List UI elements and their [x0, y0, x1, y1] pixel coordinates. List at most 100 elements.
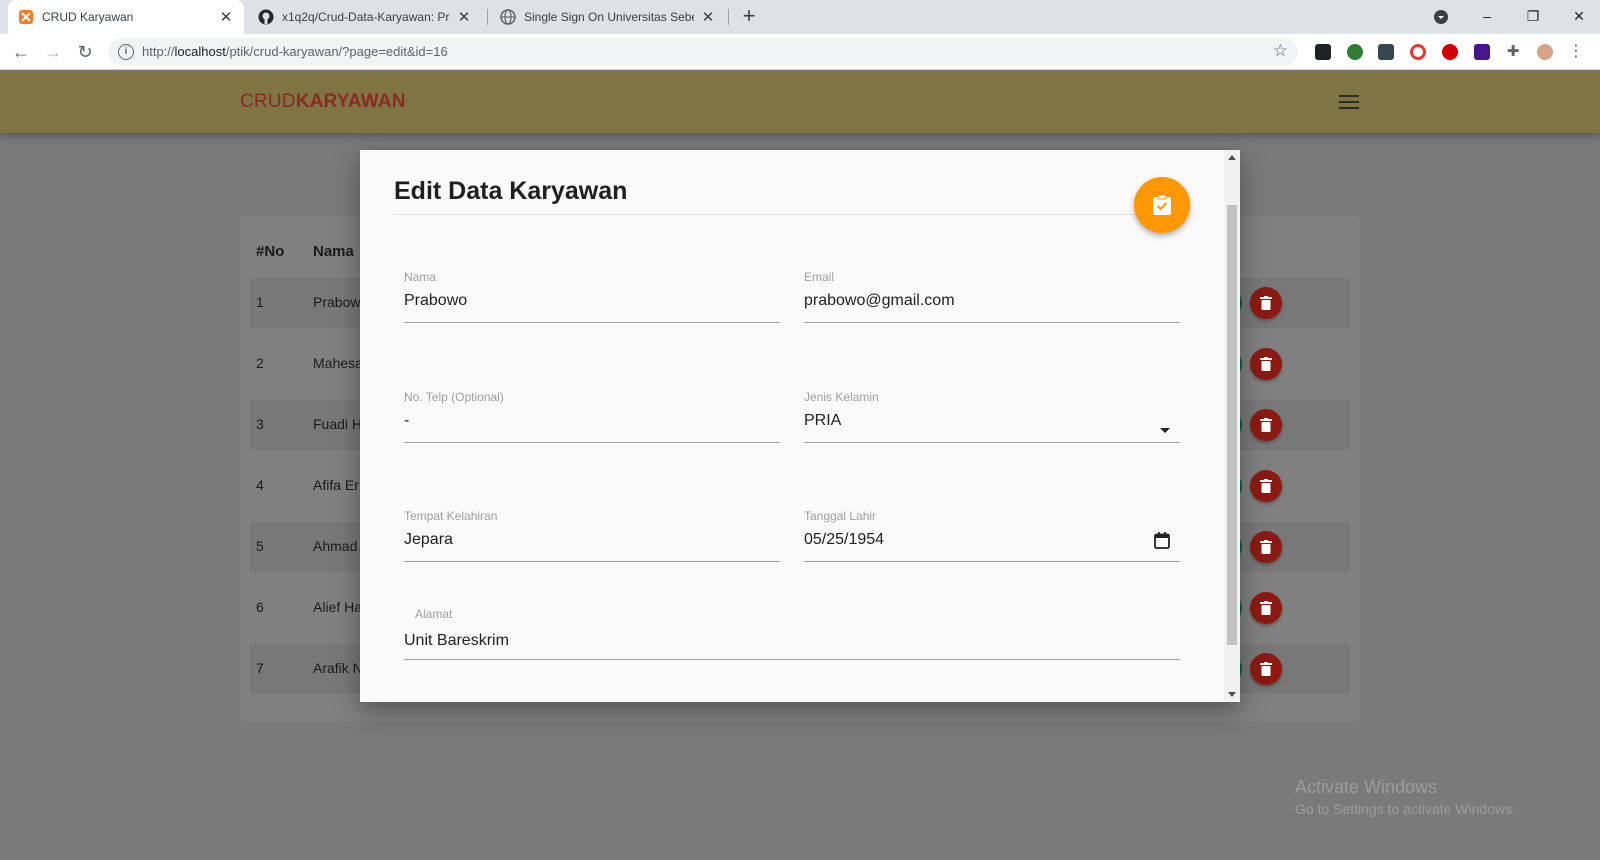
row-number: 1: [256, 294, 264, 310]
column-header-name: Nama: [313, 243, 354, 260]
field-underline: [404, 442, 780, 443]
field-underline: [804, 322, 1180, 323]
row-number: 3: [256, 416, 264, 432]
extension-icon[interactable]: [1410, 44, 1426, 60]
field-underline: [404, 561, 780, 562]
tab-sso[interactable]: Single Sign On Universitas Sebela ✕: [490, 0, 726, 34]
row-number: 6: [256, 599, 264, 615]
alamat-input[interactable]: Unit Bareskrim: [404, 632, 509, 650]
field-underline: [404, 322, 780, 323]
delete-button[interactable]: [1250, 592, 1282, 624]
puzzle-icon[interactable]: ✚: [1505, 44, 1521, 60]
tab-title: CRUD Karyawan: [42, 10, 134, 24]
activate-windows-watermark: Activate Windows Go to Settings to activ…: [1295, 777, 1516, 817]
gender-value[interactable]: PRIA: [804, 412, 841, 430]
xampp-icon: [18, 9, 34, 25]
field-label: Tempat Kelahiran: [404, 509, 498, 523]
avatar[interactable]: [1537, 44, 1553, 60]
new-tab-button[interactable]: +: [736, 4, 762, 30]
column-header-no: #No: [256, 243, 285, 260]
watermark-title: Activate Windows: [1295, 777, 1438, 797]
app-navbar: CRUDKARYAWAN: [0, 71, 1600, 133]
trash-icon: [1260, 540, 1272, 554]
url-text[interactable]: http://localhost/ptik/crud-karyawan/?pag…: [142, 44, 448, 59]
tab-separator: [487, 9, 488, 25]
extension-icon[interactable]: [1378, 44, 1394, 60]
modal-title: Edit Data Karyawan: [394, 177, 628, 205]
info-icon[interactable]: i: [118, 44, 134, 60]
scrollbar-thumb[interactable]: [1227, 205, 1237, 645]
extension-icon[interactable]: [1442, 44, 1458, 60]
row-number: 5: [256, 538, 264, 554]
extension-icon[interactable]: [1315, 44, 1331, 60]
github-icon: [258, 9, 274, 25]
watermark-subtitle: Go to Settings to activate Windows.: [1295, 801, 1516, 817]
row-name: Afifa Er: [313, 477, 359, 493]
extension-icon[interactable]: [1474, 44, 1490, 60]
edit-employee-modal: Edit Data Karyawan Nama Prabowo Email pr…: [360, 150, 1240, 702]
delete-button[interactable]: [1250, 409, 1282, 441]
clipboard-check-icon: [1153, 194, 1171, 215]
close-tab-icon[interactable]: ✕: [700, 8, 716, 26]
divider: [394, 214, 1164, 215]
email-input[interactable]: prabowo@gmail.com: [804, 292, 955, 310]
field-label: Nama: [404, 270, 437, 284]
delete-button[interactable]: [1250, 470, 1282, 502]
modal-scrollbar[interactable]: [1224, 150, 1240, 702]
minimize-button[interactable]: –: [1464, 0, 1510, 34]
row-name: Mahesa: [313, 355, 363, 371]
restore-button[interactable]: ❐: [1510, 0, 1556, 34]
row-name: Arafik N: [313, 660, 363, 676]
row-name: Alief Ha: [313, 599, 363, 615]
trash-icon: [1260, 662, 1272, 676]
nama-input[interactable]: Prabowo: [404, 292, 467, 310]
scroll-up-arrow-icon[interactable]: [1228, 155, 1236, 160]
field-underline: [404, 659, 1180, 660]
field-label: Alamat: [415, 607, 453, 621]
delete-button[interactable]: [1250, 287, 1282, 319]
trash-icon: [1260, 357, 1272, 371]
field-label: No. Telp (Optional): [404, 390, 504, 404]
save-button[interactable]: [1134, 177, 1190, 233]
reload-icon[interactable]: ↻: [72, 39, 98, 65]
delete-button[interactable]: [1250, 531, 1282, 563]
hamburger-menu-icon[interactable]: [1339, 95, 1359, 109]
row-name: Ahmad: [313, 538, 358, 554]
tab-title: x1q2q/Crud-Data-Karyawan: Proj: [282, 10, 450, 24]
calendar-icon[interactable]: [1154, 532, 1170, 554]
brand-logo[interactable]: CRUDKARYAWAN: [240, 91, 406, 113]
field-underline: [804, 561, 1180, 562]
trash-icon: [1260, 479, 1272, 493]
close-tab-icon[interactable]: ✕: [456, 8, 472, 26]
bookmark-star-icon[interactable]: ☆: [1273, 41, 1288, 61]
trash-icon: [1260, 296, 1272, 310]
tab-separator: [728, 9, 729, 25]
dropdown-arrow-icon[interactable]: [1160, 420, 1170, 438]
tab-crud-karyawan[interactable]: CRUD Karyawan ✕: [8, 0, 244, 34]
delete-button[interactable]: [1250, 653, 1282, 685]
row-number: 2: [256, 355, 264, 371]
forward-arrow-icon[interactable]: →: [40, 39, 66, 65]
field-label: Jenis Kelamin: [804, 390, 879, 404]
close-window-button[interactable]: ✕: [1556, 0, 1600, 34]
tab-search-icon[interactable]: [1418, 0, 1464, 34]
field-label: Email: [804, 270, 835, 284]
address-bar[interactable]: i http://localhost/ptik/crud-karyawan/?p…: [108, 38, 1298, 66]
browser-tab-bar: CRUD Karyawan ✕ x1q2q/Crud-Data-Karyawan…: [0, 0, 1600, 34]
back-arrow-icon[interactable]: ←: [8, 39, 34, 65]
browser-toolbar: ← → ↻ i http://localhost/ptik/crud-karya…: [0, 34, 1600, 70]
tempat-input[interactable]: Jepara: [404, 531, 453, 549]
globe-icon: [500, 9, 516, 25]
scroll-down-arrow-icon[interactable]: [1228, 692, 1236, 697]
tab-title: Single Sign On Universitas Sebela: [524, 10, 694, 24]
row-number: 4: [256, 477, 264, 493]
delete-button[interactable]: [1250, 348, 1282, 380]
trash-icon: [1260, 601, 1272, 615]
tanggal-input[interactable]: 05/25/1954: [804, 531, 884, 549]
tab-github[interactable]: x1q2q/Crud-Data-Karyawan: Proj ✕: [248, 0, 482, 34]
more-menu-icon[interactable]: ⋮: [1568, 44, 1584, 60]
extension-icon[interactable]: [1347, 44, 1363, 60]
close-tab-icon[interactable]: ✕: [218, 8, 234, 26]
trash-icon: [1260, 418, 1272, 432]
telp-input[interactable]: -: [404, 412, 409, 430]
